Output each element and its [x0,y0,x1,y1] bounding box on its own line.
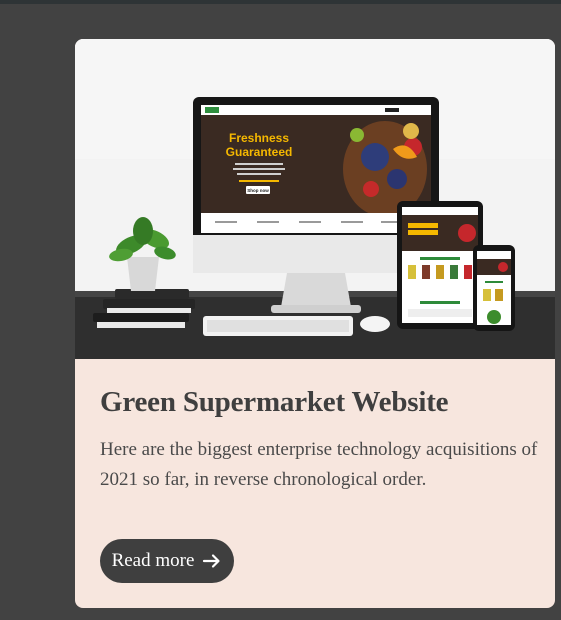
read-more-label: Read more [111,550,195,571]
project-card: Freshness Guaranteed Shop now Green Supe… [75,39,555,608]
project-image: Freshness Guaranteed Shop now [75,39,555,359]
screen-headline-2: Guaranteed [226,145,293,159]
arrow-right-icon [202,551,222,571]
top-strip [0,0,561,4]
card-title: Green Supermarket Website [100,386,449,418]
card-description: Here are the biggest enterprise technolo… [100,439,538,490]
screen-shop-button: Shop now [247,188,269,193]
read-more-button[interactable]: Read more [100,539,234,583]
screen-headline-1: Freshness [229,131,289,145]
